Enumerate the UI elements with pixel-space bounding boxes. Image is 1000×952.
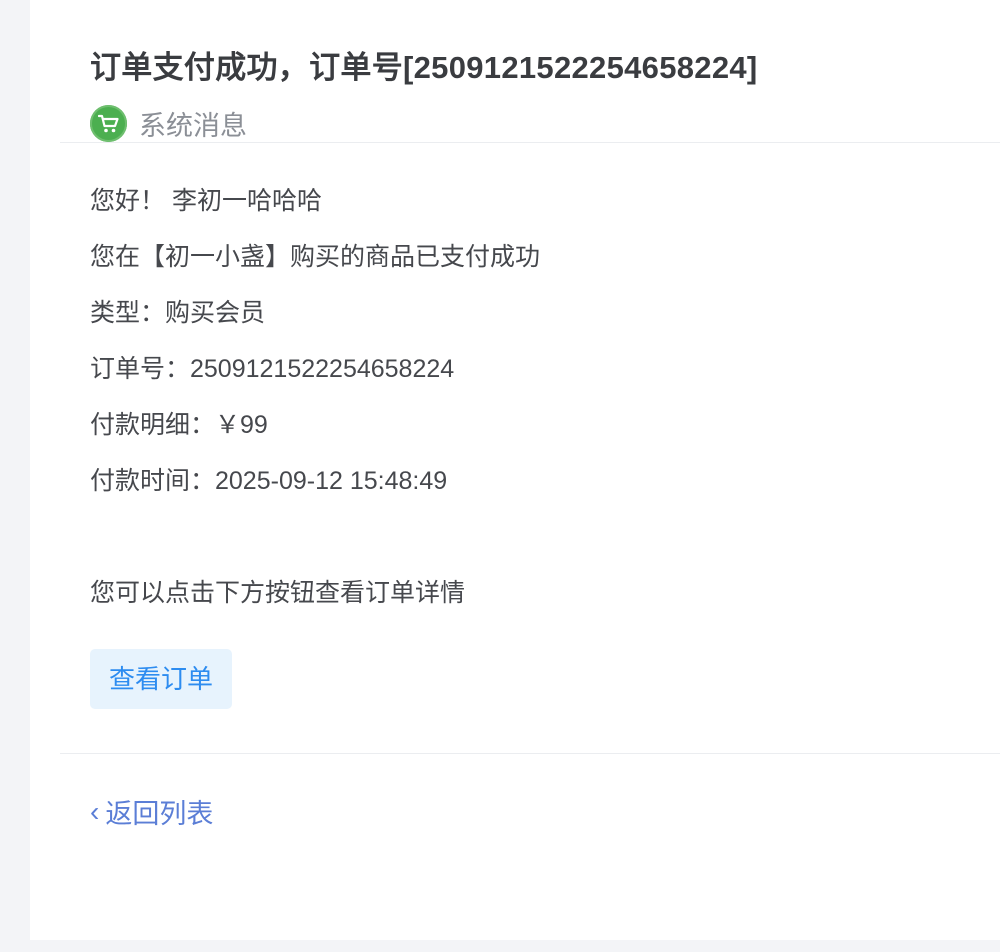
- back-to-list-link[interactable]: ‹ 返回列表: [90, 792, 213, 831]
- order-number-text: 订单号：2509121522254658224: [90, 355, 455, 383]
- message-card: 订单支付成功，订单号[2509121522254658224] 系统消息 您好！…: [30, 0, 1000, 940]
- view-order-button[interactable]: 查看订单: [90, 649, 233, 709]
- chevron-left-icon: ‹: [90, 795, 100, 827]
- sender-info: 系统消息: [90, 104, 1000, 143]
- message-footer: ‹ 返回列表: [60, 754, 1000, 831]
- intro-text: 您在【初一小盏】购买的商品已支付成功: [90, 243, 541, 271]
- message-header: 订单支付成功，订单号[2509121522254658224] 系统消息: [60, 0, 1000, 143]
- message-body: 您好！ 李初一哈哈哈 您在【初一小盏】购买的商品已支付成功 类型：购买会员 订单…: [60, 143, 1000, 754]
- message-title: 订单支付成功，订单号[2509121522254658224]: [90, 50, 758, 85]
- payment-time-text: 付款时间：2025-09-12 15:48:49: [90, 467, 448, 495]
- hint-text: 您可以点击下方按钮查看订单详情: [90, 579, 466, 607]
- type-text: 类型：购买会员: [90, 299, 266, 327]
- back-to-list-label: 返回列表: [105, 799, 214, 829]
- shopping-cart-icon: [90, 105, 127, 142]
- greeting-text: 您好！ 李初一哈哈哈: [90, 187, 322, 215]
- payment-detail-text: 付款明细：￥99: [90, 411, 268, 439]
- sender-name: 系统消息: [139, 111, 247, 141]
